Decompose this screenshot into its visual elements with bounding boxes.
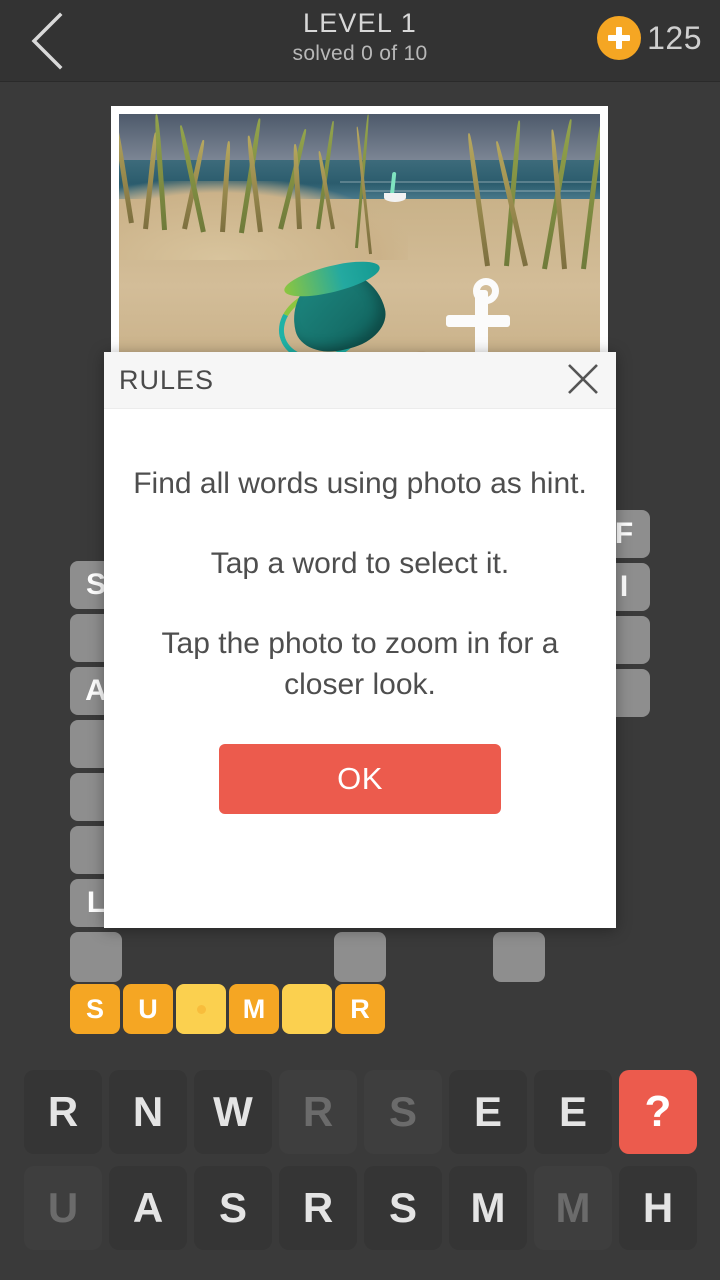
level-progress: solved 0 of 10 [292, 42, 428, 65]
word-tile-active[interactable] [176, 984, 226, 1034]
crossword-tile[interactable] [493, 932, 545, 982]
key-e[interactable]: E [449, 1070, 527, 1154]
key-n[interactable]: N [109, 1070, 187, 1154]
back-button[interactable] [8, 0, 88, 82]
dialog-header: RULES [104, 352, 616, 409]
level-title: LEVEL 1 [303, 8, 417, 38]
game-screen: LEVEL 1 solved 0 of 10 125 S A L F I S U… [0, 0, 720, 1280]
dialog-title: RULES [119, 364, 215, 395]
word-tile[interactable]: R [335, 984, 385, 1034]
crossword-tile[interactable] [334, 932, 386, 982]
key-a[interactable]: A [109, 1166, 187, 1250]
top-bar: LEVEL 1 solved 0 of 10 125 [0, 0, 720, 82]
key-m[interactable]: M [449, 1166, 527, 1250]
header-title-group: LEVEL 1 solved 0 of 10 [180, 6, 540, 68]
key-s-used[interactable]: S [364, 1070, 442, 1154]
close-x-icon [566, 362, 600, 401]
word-tile[interactable] [282, 984, 332, 1034]
rule-line-1: Find all words using photo as hint. [133, 467, 587, 500]
key-m-used[interactable]: M [534, 1166, 612, 1250]
hint-button[interactable]: ? [619, 1070, 697, 1154]
key-r[interactable]: R [24, 1070, 102, 1154]
key-r-2[interactable]: R [279, 1166, 357, 1250]
dialog-body: Find all words using photo as hint. Tap … [104, 409, 616, 814]
rule-line-3: Tap the photo to zoom in for a closer lo… [161, 627, 559, 701]
key-r-used[interactable]: R [279, 1070, 357, 1154]
key-h[interactable]: H [619, 1166, 697, 1250]
active-slot-dot [196, 1004, 206, 1014]
key-u-used[interactable]: U [24, 1166, 102, 1250]
close-button[interactable] [560, 358, 606, 404]
key-w[interactable]: W [194, 1070, 272, 1154]
rule-line-2: Tap a word to select it. [210, 547, 510, 580]
rules-dialog: RULES Find all words using photo as hint… [104, 352, 616, 928]
key-e-2[interactable]: E [534, 1070, 612, 1154]
coin-count-label: 125 [647, 19, 702, 56]
coin-counter[interactable]: 125 [597, 16, 702, 60]
word-tile[interactable]: U [123, 984, 173, 1034]
word-tile[interactable]: S [70, 984, 120, 1034]
word-tile[interactable]: M [229, 984, 279, 1034]
ok-button[interactable]: OK [219, 744, 501, 814]
crossword-tile[interactable] [70, 932, 122, 982]
key-s-2[interactable]: S [364, 1166, 442, 1250]
chevron-left-icon [28, 11, 68, 71]
plus-circle-icon[interactable] [597, 16, 642, 60]
key-s[interactable]: S [194, 1166, 272, 1250]
